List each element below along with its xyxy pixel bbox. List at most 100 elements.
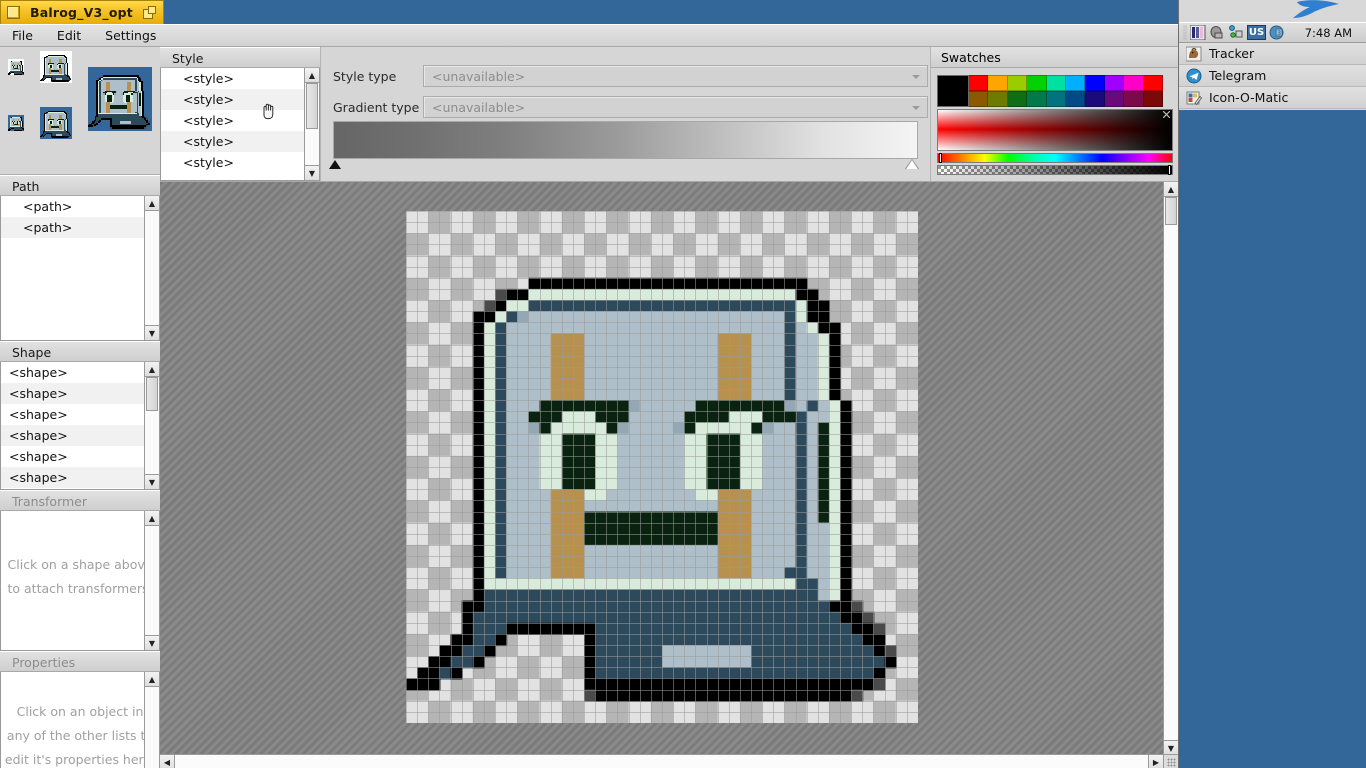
menu-item-settings[interactable]: Settings [93,25,168,47]
scroll-track[interactable] [1164,197,1178,740]
menu-item-edit[interactable]: Edit [45,25,93,47]
window-resize-grip[interactable] [1163,754,1178,768]
list-item[interactable]: <path> [1,217,159,238]
color-swatch[interactable] [1085,91,1105,107]
alpha-slider[interactable] [937,165,1173,175]
color-swatch[interactable] [1143,75,1163,91]
color-swatch[interactable] [988,91,1008,107]
color-swatch[interactable] [1007,75,1028,91]
list-item[interactable]: <shape> [1,467,159,488]
deskbar-app-icon-o-matic[interactable]: Icon-O-Matic [1179,87,1366,109]
list-item[interactable]: <style> [161,89,319,110]
scroll-up-icon[interactable]: ▲ [145,511,159,526]
haiku-leaf-logo[interactable] [1179,0,1366,22]
style-list[interactable]: <style> <style> <style> <style> <style> … [160,68,320,181]
workspaces-icon[interactable]: 3 [1269,25,1285,40]
scroll-track[interactable] [145,211,159,325]
hue-slider[interactable] [937,153,1173,163]
scroll-thumb[interactable] [1165,197,1177,225]
shape-list[interactable]: <shape> <shape> <shape> <shape> <shape> … [0,362,160,490]
color-swatch[interactable] [1104,91,1125,107]
scroll-track[interactable] [145,377,159,474]
properties-scrollbar[interactable]: ▲ ▼ [144,672,159,768]
shape-list-scrollbar[interactable]: ▲ ▼ [144,362,159,489]
process-controller-icon[interactable] [1190,25,1206,40]
icon-preview-32-blue[interactable] [40,107,72,139]
icon-editing-canvas[interactable] [406,211,918,723]
deskbar-app-telegram[interactable]: Telegram [1179,65,1366,87]
gradient-preview-strip[interactable] [333,121,918,159]
list-item[interactable]: <shape> [1,446,159,467]
color-swatch[interactable] [1124,91,1144,107]
color-swatch[interactable] [969,91,989,107]
mail-icon[interactable] [1209,25,1225,40]
scroll-down-icon[interactable]: ▼ [305,165,319,180]
color-swatch[interactable] [1046,75,1066,91]
list-item[interactable]: <shape> [1,383,159,404]
list-item[interactable]: <shape> [1,425,159,446]
canvas-vertical-scrollbar[interactable]: ▲ ▼ [1163,182,1178,755]
scroll-thumb[interactable] [306,83,318,129]
deskbar-app-tracker[interactable]: Tracker [1179,43,1366,65]
hue-slider-handle[interactable] [939,153,942,163]
scroll-up-icon[interactable]: ▲ [145,196,159,211]
color-swatch-grid[interactable] [969,75,1163,107]
scroll-track[interactable] [145,526,159,635]
scroll-up-icon[interactable]: ▲ [1164,182,1178,197]
scroll-up-icon[interactable]: ▲ [305,68,319,83]
icon-preview-16-blue[interactable] [8,115,24,131]
close-box-icon[interactable] [7,6,20,19]
color-swatch[interactable] [1027,75,1047,91]
gradient-stop-end-handle[interactable] [905,159,919,169]
scroll-down-icon[interactable]: ▼ [1164,740,1178,755]
window-title-tab[interactable]: Balrog_V3_opt [0,0,164,24]
color-swatch[interactable] [1065,75,1086,91]
icon-preview-16-white[interactable] [8,59,24,75]
path-list-scrollbar[interactable]: ▲ ▼ [144,196,159,340]
network-icon[interactable] [1228,25,1244,40]
gradient-stop-start-handle[interactable] [329,160,341,169]
list-item[interactable]: <style> [161,68,319,89]
scroll-track[interactable] [305,83,319,165]
path-list[interactable]: <path> <path> ▲ ▼ [0,196,160,341]
scroll-track[interactable] [175,755,1148,768]
color-swatch[interactable] [1007,91,1028,107]
scroll-track[interactable] [145,687,159,768]
scroll-left-icon[interactable]: ◀ [160,755,175,768]
alpha-slider-handle[interactable] [1168,165,1171,175]
transformer-list[interactable]: Click on a shape above to attach transfo… [0,511,160,651]
color-swatch[interactable] [1124,75,1144,91]
scroll-right-icon[interactable]: ▶ [1148,755,1163,768]
saturation-value-picker[interactable] [937,109,1173,151]
color-swatch[interactable] [969,75,989,91]
list-item[interactable]: <style> [161,131,319,152]
list-item[interactable]: <shape> [1,362,159,383]
scroll-up-icon[interactable]: ▲ [145,362,159,377]
properties-list[interactable]: Click on an object in any of the other l… [0,672,160,768]
scroll-thumb[interactable] [146,377,158,411]
keymap-us-icon[interactable]: US [1247,25,1266,40]
color-swatch[interactable] [988,75,1008,91]
color-swatch[interactable] [1027,91,1047,107]
gradient-type-select[interactable]: <unavailable> [423,96,928,118]
canvas-horizontal-scrollbar[interactable]: ◀ ▶ [160,754,1163,768]
style-list-scrollbar[interactable]: ▲ ▼ [304,68,319,180]
style-type-select[interactable]: <unavailable> [423,65,928,87]
menu-item-file[interactable]: File [0,25,45,47]
deskbar-drag-handle[interactable] [1183,25,1187,40]
color-swatch[interactable] [1143,91,1163,107]
list-item[interactable]: <style> [161,110,319,131]
icon-preview-64-blue[interactable] [88,67,152,131]
scroll-up-icon[interactable]: ▲ [145,672,159,687]
color-swatch[interactable] [1085,75,1105,91]
transformer-scrollbar[interactable]: ▲ ▼ [144,511,159,650]
list-item[interactable]: <shape> [1,404,159,425]
deskbar-clock[interactable]: 7:48 AM [1305,26,1362,40]
icon-preview-32-white[interactable] [40,51,72,83]
list-item[interactable]: <path> [1,196,159,217]
zoom-box-icon[interactable] [143,6,157,19]
list-item[interactable]: <style> [161,152,319,173]
color-swatch[interactable] [1046,91,1066,107]
scroll-down-icon[interactable]: ▼ [145,474,159,489]
canvas-viewport[interactable] [160,182,1163,755]
